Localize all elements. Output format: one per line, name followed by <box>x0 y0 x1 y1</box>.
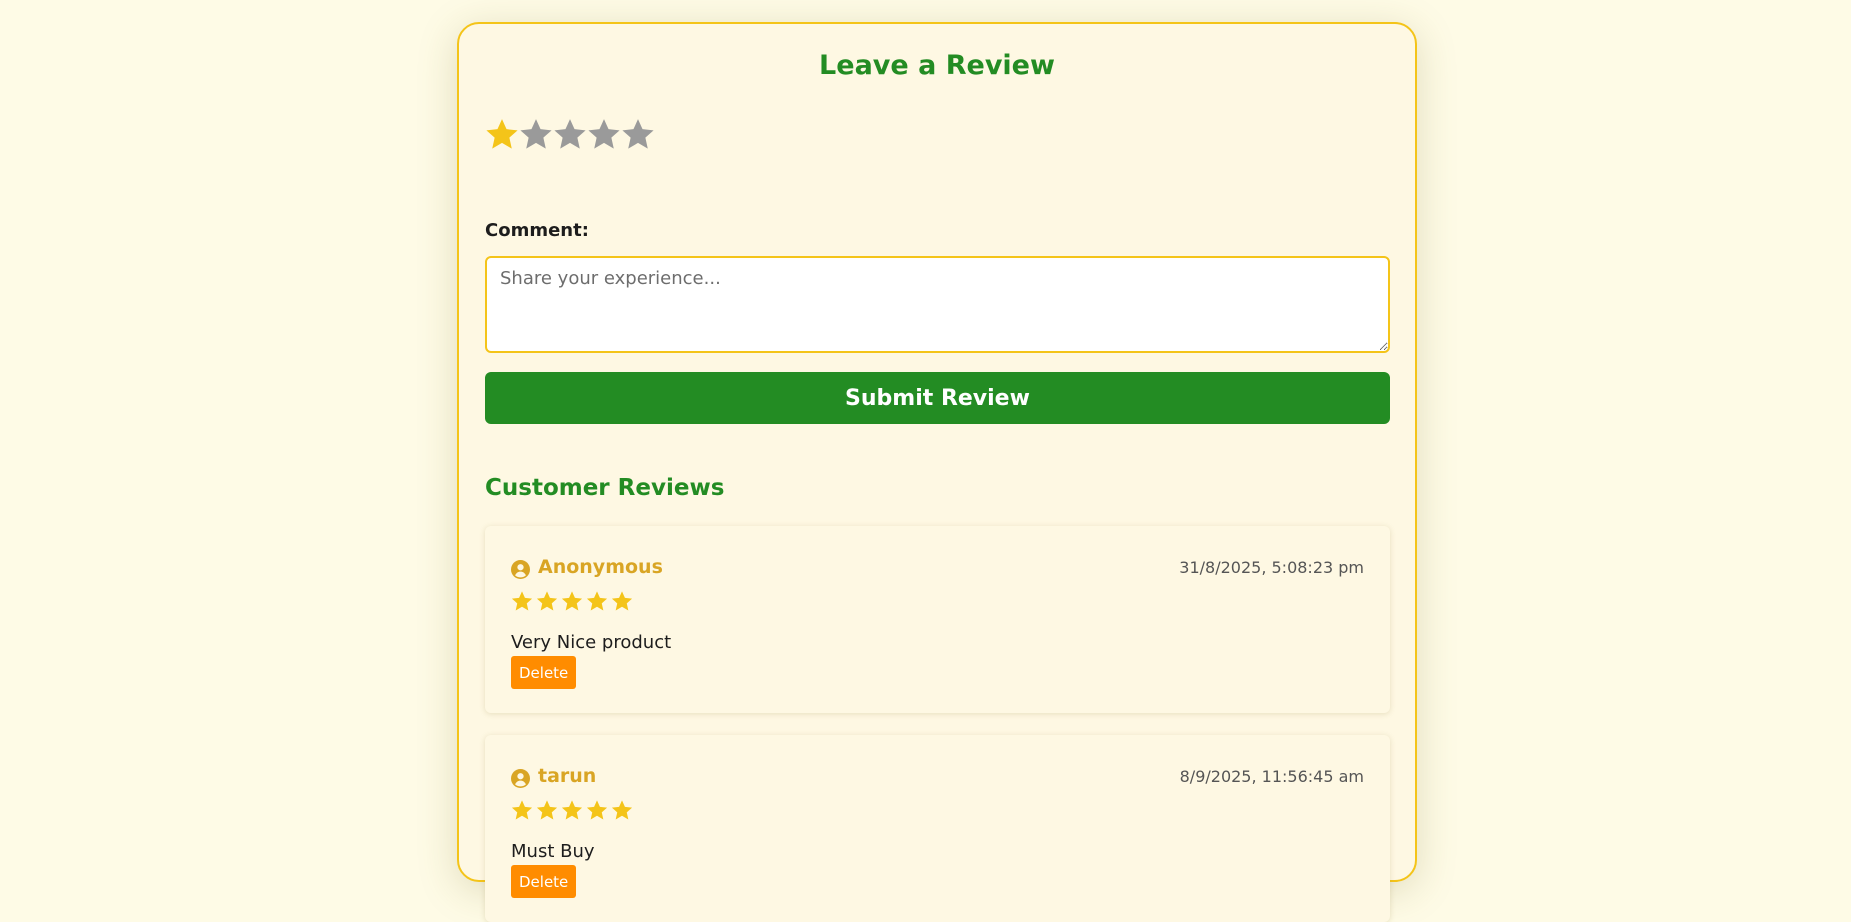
comment-label: Comment: <box>485 220 589 241</box>
review-text: Very Nice product <box>511 632 672 653</box>
delete-review-button[interactable]: Delete <box>511 656 577 689</box>
user-circle-icon <box>511 769 530 788</box>
star-icon <box>611 800 633 820</box>
review-star-rating <box>511 799 633 821</box>
star-icon <box>561 591 583 611</box>
user-circle-icon <box>511 560 530 579</box>
star-icon <box>586 800 608 820</box>
review-item: Anonymous 31/8/2025, 5:08:23 pm Very Nic… <box>485 526 1390 713</box>
star-icon <box>536 591 558 611</box>
star-icon[interactable] <box>485 114 519 154</box>
star-icon <box>511 800 533 820</box>
star-icon[interactable] <box>519 114 553 154</box>
review-date: 8/9/2025, 11:56:45 am <box>1179 767 1364 786</box>
star-icon <box>586 591 608 611</box>
star-icon <box>561 800 583 820</box>
form-title: Leave a Review <box>819 50 1055 81</box>
star-icon[interactable] <box>621 114 655 154</box>
comment-textarea[interactable] <box>485 256 1390 353</box>
customer-reviews-heading: Customer Reviews <box>485 475 725 501</box>
review-date: 31/8/2025, 5:08:23 pm <box>1179 558 1364 577</box>
star-rating-input[interactable] <box>485 114 655 154</box>
star-icon <box>511 591 533 611</box>
review-author: tarun <box>538 765 597 787</box>
review-star-rating <box>511 590 633 612</box>
review-card: Leave a Review Comment: Submit Review Cu… <box>457 22 1417 922</box>
review-text: Must Buy <box>511 841 595 862</box>
review-item: tarun 8/9/2025, 11:56:45 am Must Buy Del… <box>485 735 1390 922</box>
submit-review-button[interactable]: Submit Review <box>485 372 1390 424</box>
star-icon[interactable] <box>587 114 621 154</box>
star-icon[interactable] <box>553 114 587 154</box>
star-icon <box>536 800 558 820</box>
review-author: Anonymous <box>538 556 663 578</box>
star-icon <box>611 591 633 611</box>
delete-review-button[interactable]: Delete <box>511 865 577 898</box>
